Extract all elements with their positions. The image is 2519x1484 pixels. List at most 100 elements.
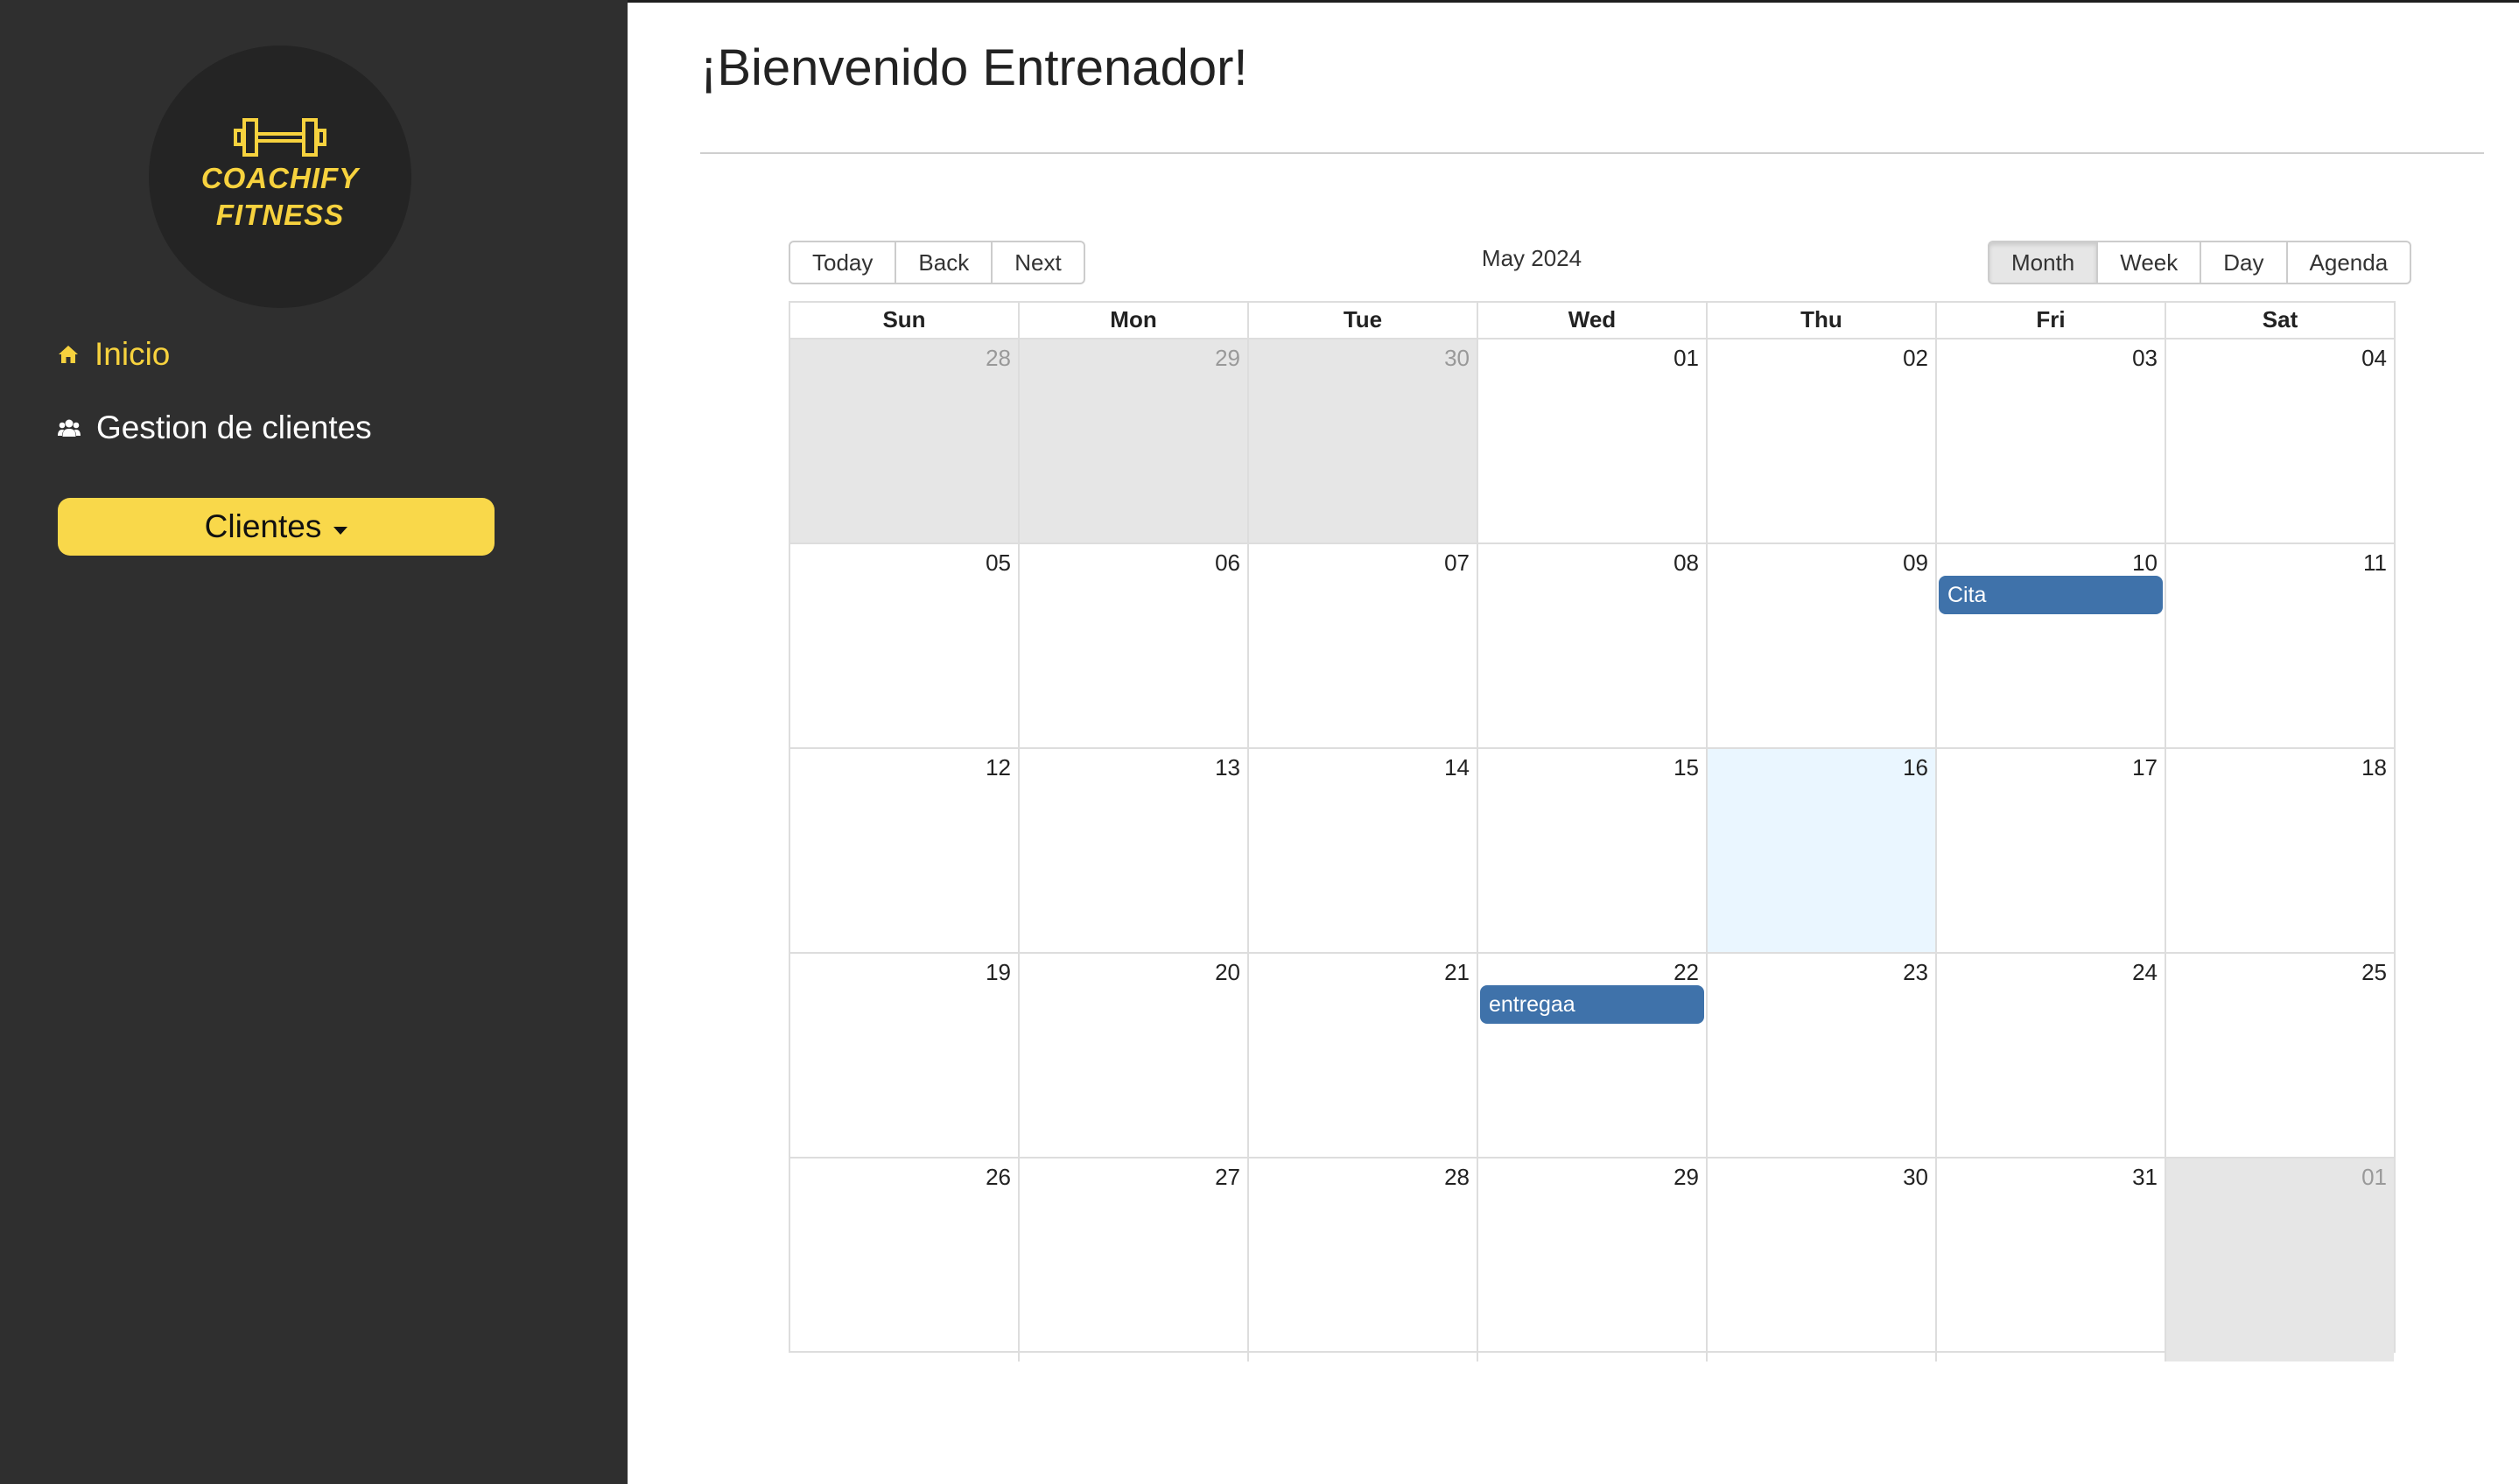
- day-number[interactable]: 28: [1444, 1164, 1470, 1191]
- calendar-event[interactable]: Cita: [1939, 576, 2163, 614]
- day-number[interactable]: 26: [986, 1164, 1011, 1191]
- view-agenda-button[interactable]: Agenda: [2285, 241, 2412, 284]
- weekday-wed: Wed: [1477, 303, 1706, 338]
- day-number[interactable]: 24: [2132, 959, 2158, 986]
- view-day-button[interactable]: Day: [2200, 241, 2288, 284]
- day-number[interactable]: 30: [1444, 345, 1470, 372]
- calendar-nav-group: Today Back Next: [789, 241, 1085, 284]
- calendar-day-cell[interactable]: 14: [1247, 749, 1477, 952]
- nav-item-gestion-label: Gestion de clientes: [96, 410, 372, 445]
- calendar-day-cell[interactable]: 11: [2165, 544, 2394, 747]
- day-number[interactable]: 03: [2132, 345, 2158, 372]
- calendar-week-row: 26 27 28 29 30 31 01: [790, 1157, 2394, 1362]
- day-number[interactable]: 13: [1215, 754, 1240, 781]
- day-number[interactable]: 14: [1444, 754, 1470, 781]
- calendar-day-cell[interactable]: 23: [1706, 954, 1935, 1157]
- calendar-day-cell[interactable]: 10 Cita: [1935, 544, 2165, 747]
- nav-item-gestion-clientes[interactable]: Gestion de clientes: [58, 410, 372, 446]
- weekday-sun: Sun: [882, 306, 926, 332]
- calendar-view-group: Month Week Day Agenda: [1988, 241, 2412, 284]
- clientes-button-label: Clientes: [204, 508, 322, 544]
- day-number[interactable]: 05: [986, 550, 1011, 577]
- calendar-day-cell[interactable]: 19: [790, 954, 1018, 1157]
- day-number[interactable]: 10: [2132, 550, 2158, 577]
- day-number[interactable]: 06: [1215, 550, 1240, 577]
- calendar-day-cell[interactable]: 15: [1477, 749, 1706, 952]
- calendar-day-cell[interactable]: 08: [1477, 544, 1706, 747]
- calendar-day-cell[interactable]: 20: [1018, 954, 1247, 1157]
- calendar-day-cell[interactable]: 28: [790, 340, 1018, 542]
- day-number[interactable]: 29: [1215, 345, 1240, 372]
- day-number[interactable]: 04: [2361, 345, 2387, 372]
- calendar-day-cell[interactable]: 24: [1935, 954, 2165, 1157]
- day-number[interactable]: 21: [1444, 959, 1470, 986]
- calendar-event[interactable]: entregaa: [1480, 985, 1704, 1024]
- weekday-tue: Tue: [1247, 303, 1477, 338]
- logo-text-line1: COACHIFY: [200, 162, 360, 194]
- weekday-fri: Fri: [1935, 303, 2165, 338]
- day-number[interactable]: 01: [1673, 345, 1699, 372]
- calendar-day-cell[interactable]: 09: [1706, 544, 1935, 747]
- day-number[interactable]: 25: [2361, 959, 2387, 986]
- calendar-day-cell[interactable]: 04: [2165, 340, 2394, 542]
- day-number[interactable]: 15: [1673, 754, 1699, 781]
- day-number[interactable]: 23: [1903, 959, 1928, 986]
- calendar-day-cell[interactable]: 06: [1018, 544, 1247, 747]
- calendar-day-cell[interactable]: 29: [1477, 1158, 1706, 1362]
- nav-item-inicio[interactable]: Inicio: [58, 336, 170, 373]
- day-number[interactable]: 22: [1673, 959, 1699, 986]
- home-icon: [59, 346, 78, 363]
- calendar-day-cell[interactable]: 22 entregaa: [1477, 954, 1706, 1157]
- day-number[interactable]: 17: [2132, 754, 2158, 781]
- day-number[interactable]: 16: [1903, 754, 1928, 781]
- day-number[interactable]: 19: [986, 959, 1011, 986]
- day-number[interactable]: 28: [986, 345, 1011, 372]
- day-number[interactable]: 01: [2361, 1164, 2387, 1191]
- calendar-week-row: 19 20 21 22 entregaa 23 24 25: [790, 952, 2394, 1157]
- calendar-day-cell[interactable]: 31: [1935, 1158, 2165, 1362]
- day-number[interactable]: 02: [1903, 345, 1928, 372]
- calendar-day-cell[interactable]: 02: [1706, 340, 1935, 542]
- day-number[interactable]: 31: [2132, 1164, 2158, 1191]
- calendar-day-cell[interactable]: 13: [1018, 749, 1247, 952]
- calendar-day-cell[interactable]: 28: [1247, 1158, 1477, 1362]
- calendar-day-cell[interactable]: 26: [790, 1158, 1018, 1362]
- logo: COACHIFY FITNESS: [149, 46, 411, 308]
- view-month-button[interactable]: Month: [1988, 241, 2099, 284]
- calendar-day-cell[interactable]: 16: [1706, 749, 1935, 952]
- calendar-day-cell[interactable]: 07: [1247, 544, 1477, 747]
- day-number[interactable]: 20: [1215, 959, 1240, 986]
- calendar-day-cell[interactable]: 30: [1247, 340, 1477, 542]
- day-number[interactable]: 07: [1444, 550, 1470, 577]
- title-divider: [700, 152, 2484, 154]
- calendar-month-label: May 2024: [1481, 245, 1582, 271]
- calendar-day-cell[interactable]: 29: [1018, 340, 1247, 542]
- weekday-header: Sun Mon Tue Wed Thu Fri Sat: [790, 303, 2394, 340]
- calendar-day-cell[interactable]: 05: [790, 544, 1018, 747]
- day-number[interactable]: 18: [2361, 754, 2387, 781]
- calendar-day-cell[interactable]: 03: [1935, 340, 2165, 542]
- today-button[interactable]: Today: [789, 241, 897, 284]
- dumbbell-icon: [234, 118, 326, 157]
- day-number[interactable]: 09: [1903, 550, 1928, 577]
- day-number[interactable]: 11: [2363, 550, 2387, 577]
- day-number[interactable]: 12: [986, 754, 1011, 781]
- calendar-day-cell[interactable]: 21: [1247, 954, 1477, 1157]
- view-week-button[interactable]: Week: [2096, 241, 2202, 284]
- calendar-day-cell[interactable]: 18: [2165, 749, 2394, 952]
- calendar-week-row: 05 06 07 08 09 10 Cita 11: [790, 542, 2394, 747]
- calendar-day-cell[interactable]: 27: [1018, 1158, 1247, 1362]
- back-button[interactable]: Back: [895, 241, 993, 284]
- day-number[interactable]: 08: [1673, 550, 1699, 577]
- calendar-day-cell[interactable]: 17: [1935, 749, 2165, 952]
- next-button[interactable]: Next: [991, 241, 1085, 284]
- calendar-day-cell[interactable]: 12: [790, 749, 1018, 952]
- day-number[interactable]: 30: [1903, 1164, 1928, 1191]
- day-number[interactable]: 29: [1673, 1164, 1699, 1191]
- calendar-day-cell[interactable]: 30: [1706, 1158, 1935, 1362]
- calendar-day-cell[interactable]: 01: [1477, 340, 1706, 542]
- day-number[interactable]: 27: [1215, 1164, 1240, 1191]
- calendar-day-cell[interactable]: 25: [2165, 954, 2394, 1157]
- calendar-day-cell[interactable]: 01: [2165, 1158, 2394, 1362]
- clientes-dropdown-button[interactable]: Clientes: [58, 498, 495, 556]
